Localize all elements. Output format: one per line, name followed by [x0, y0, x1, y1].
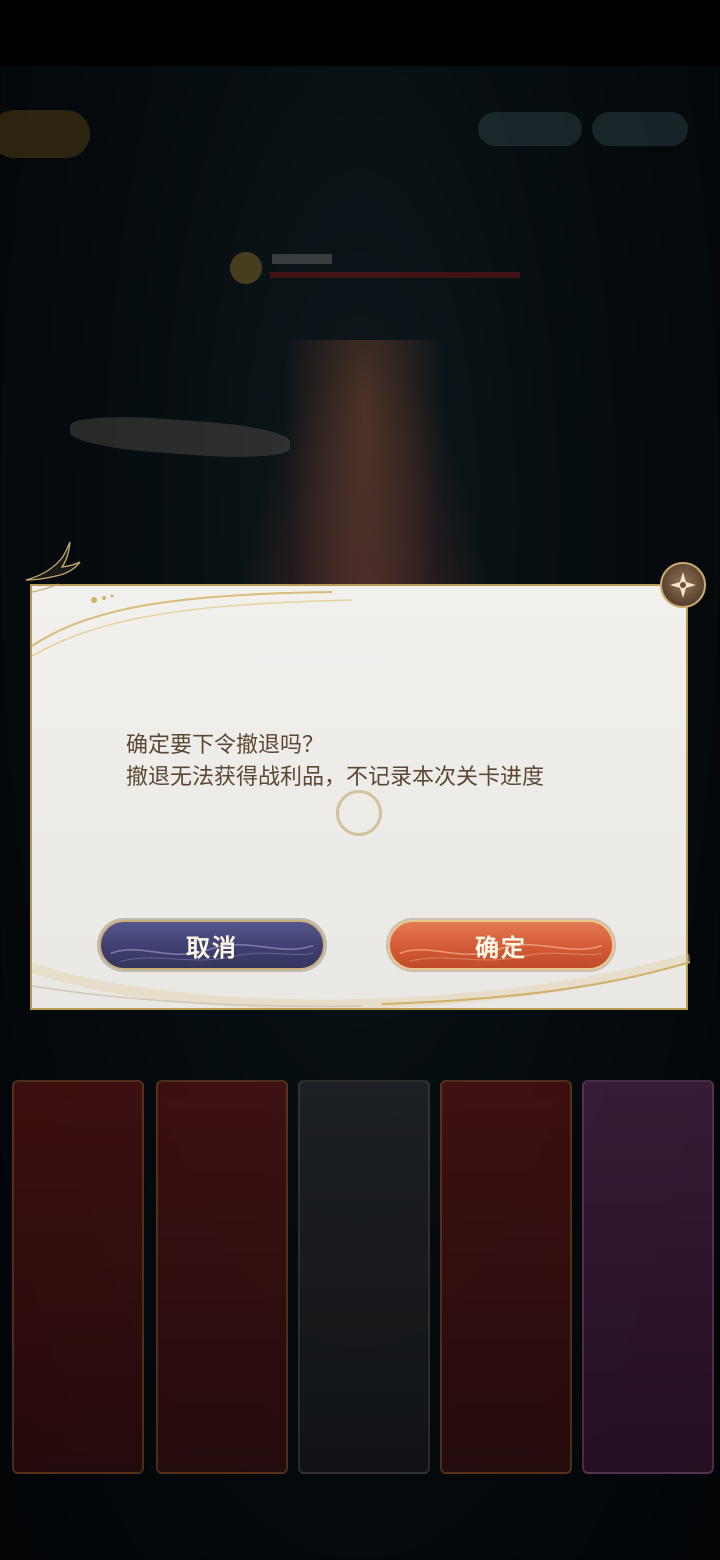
- character-card: [298, 1080, 430, 1474]
- dialog-message: 确定要下令撤退吗？ 撤退无法获得战利品，不记录本次关卡进度: [126, 730, 646, 794]
- character-card: [582, 1080, 714, 1474]
- loading-spinner-icon: [336, 790, 382, 836]
- close-button[interactable]: [660, 562, 706, 608]
- top-right-button-2: [592, 112, 688, 146]
- character-card: [12, 1080, 144, 1474]
- enemy-avatar-icon: [230, 252, 262, 284]
- enemy-name-placeholder: [272, 254, 332, 264]
- confirm-button[interactable]: 确定: [388, 920, 614, 970]
- game-screen: 确定要下令撤退吗？ 撤退无法获得战利品，不记录本次关卡进度 取消 确定: [0, 0, 720, 1560]
- character-card-row: [0, 1080, 720, 1480]
- enemy-health-track: [270, 272, 520, 278]
- enemy-health-bar: [230, 250, 520, 286]
- character-card: [156, 1080, 288, 1474]
- character-card: [440, 1080, 572, 1474]
- swallow-bird-icon: [25, 541, 81, 593]
- top-left-button: [0, 110, 90, 158]
- message-line-2: 撤退无法获得战利品，不记录本次关卡进度: [126, 765, 545, 790]
- top-right-button-1: [478, 112, 582, 146]
- status-bar: [0, 0, 720, 66]
- gold-swirl-decoration-icon: [32, 591, 353, 657]
- message-line-1: 确定要下令撤退吗？: [126, 733, 325, 758]
- cancel-button-label: 取消: [186, 932, 238, 962]
- confirm-button-label: 确定: [475, 932, 527, 962]
- cancel-button[interactable]: 取消: [99, 920, 325, 970]
- close-icon: [670, 572, 696, 598]
